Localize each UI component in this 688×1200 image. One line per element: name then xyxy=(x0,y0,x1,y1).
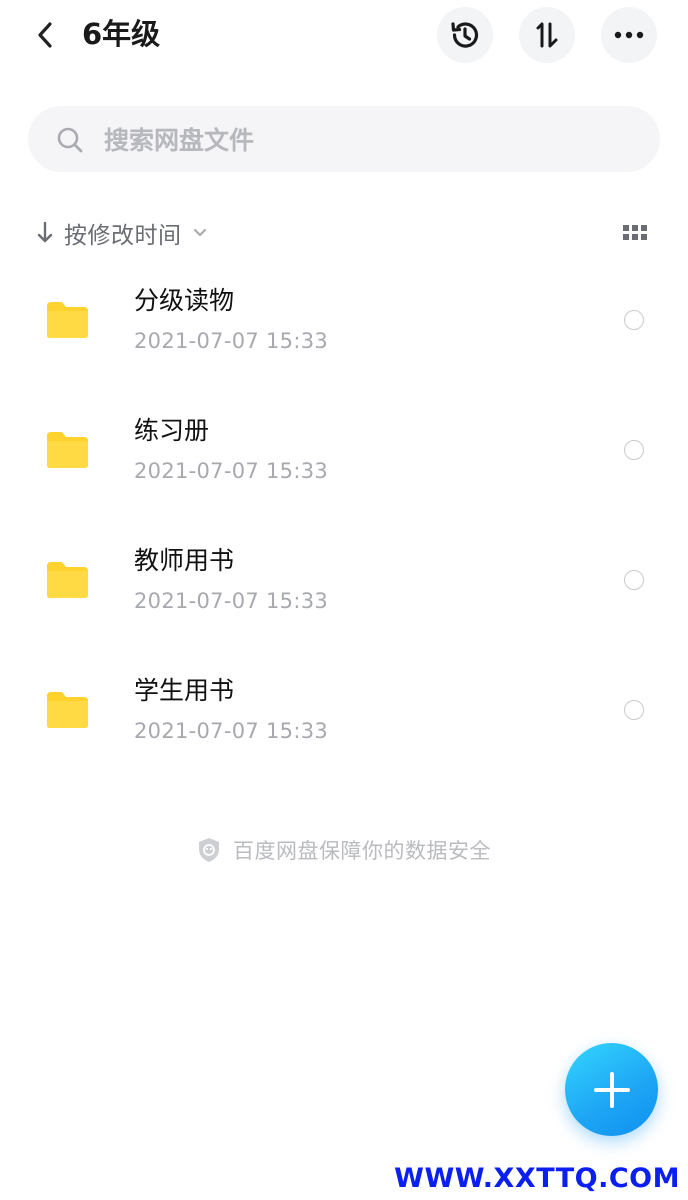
history-button[interactable] xyxy=(437,7,493,63)
file-name: 教师用书 xyxy=(134,546,235,575)
back-button[interactable] xyxy=(28,17,62,53)
select-radio[interactable] xyxy=(624,440,644,460)
file-row[interactable]: 练习册 2021-07-07 15:33 xyxy=(0,398,688,528)
file-row[interactable]: 分级读物 2021-07-07 15:33 xyxy=(0,268,688,398)
file-date: 2021-07-07 15:33 xyxy=(134,459,329,483)
select-radio[interactable] xyxy=(624,570,644,590)
arrow-down-icon xyxy=(37,221,53,243)
history-icon xyxy=(451,22,479,48)
chevron-left-icon xyxy=(38,22,52,48)
page-title: 6年级 xyxy=(82,17,161,51)
top-bar: 6年级 xyxy=(0,0,688,72)
search-icon xyxy=(57,127,83,153)
folder-icon xyxy=(47,692,88,728)
plus-icon xyxy=(593,1071,630,1108)
more-button[interactable] xyxy=(601,7,657,63)
sort-label: 按修改时间 xyxy=(64,223,182,249)
add-button[interactable] xyxy=(565,1043,658,1136)
file-name: 学生用书 xyxy=(134,676,235,705)
folder-icon xyxy=(47,302,88,338)
shield-icon xyxy=(199,838,219,862)
search-box[interactable] xyxy=(28,106,660,172)
sort-order-icon xyxy=(536,22,558,48)
file-name: 分级读物 xyxy=(134,286,235,315)
file-date: 2021-07-07 15:33 xyxy=(134,589,329,613)
file-row[interactable]: 学生用书 2021-07-07 15:33 xyxy=(0,658,688,788)
folder-icon xyxy=(47,562,88,598)
file-row[interactable]: 教师用书 2021-07-07 15:33 xyxy=(0,528,688,658)
sort-order-button[interactable] xyxy=(519,7,575,63)
sort-selector[interactable]: 按修改时间 xyxy=(34,212,208,254)
search-input[interactable] xyxy=(102,115,626,165)
select-radio[interactable] xyxy=(624,310,644,330)
chevron-down-icon xyxy=(193,228,206,237)
folder-icon xyxy=(47,432,88,468)
file-name: 练习册 xyxy=(134,416,210,445)
more-dots-icon xyxy=(614,31,644,39)
select-radio[interactable] xyxy=(624,700,644,720)
file-date: 2021-07-07 15:33 xyxy=(134,719,329,743)
grid-view-icon[interactable] xyxy=(622,223,648,243)
watermark: WWW.XXTTQ.COM xyxy=(394,1163,680,1194)
file-date: 2021-07-07 15:33 xyxy=(134,329,329,353)
security-notice: 百度网盘保障你的数据安全 xyxy=(0,832,688,868)
security-text: 百度网盘保障你的数据安全 xyxy=(233,839,491,863)
